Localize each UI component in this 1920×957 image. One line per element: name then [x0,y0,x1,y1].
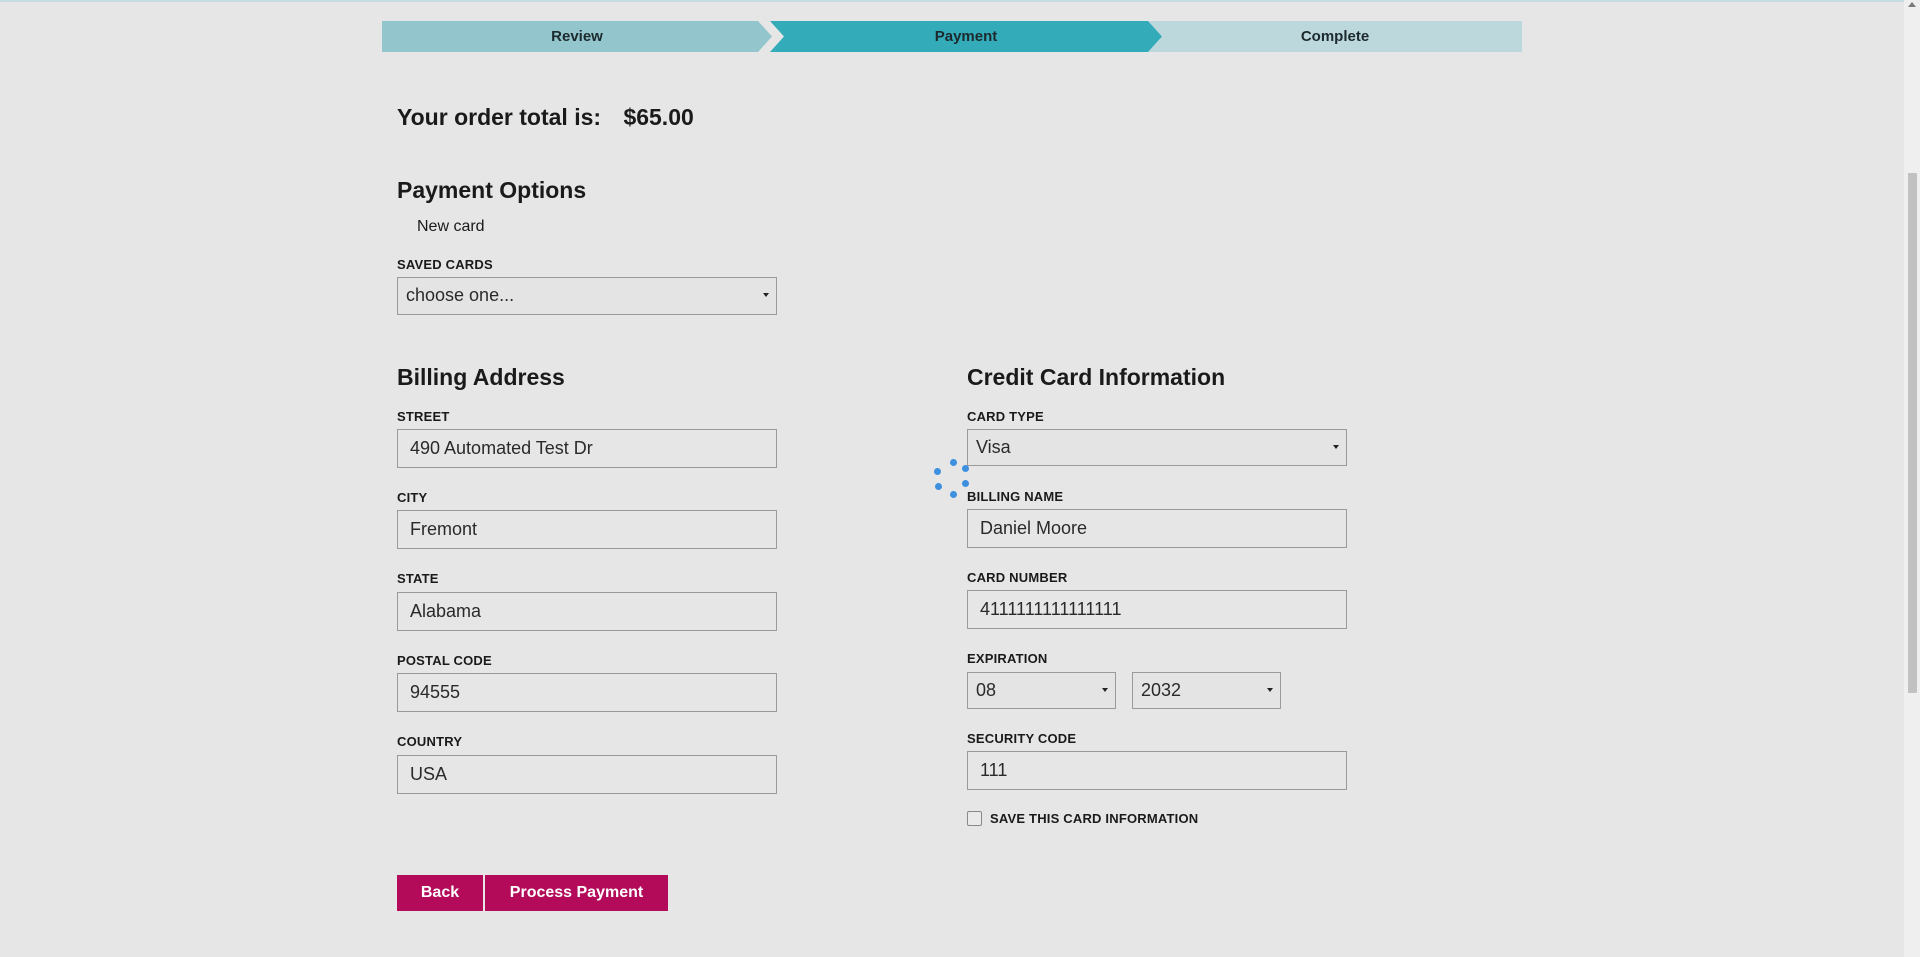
process-payment-button[interactable]: Process Payment [485,875,668,911]
exp-year-value: 2032 [1141,680,1182,700]
state-input[interactable]: Alabama [397,592,777,631]
spinner-dot [935,483,942,490]
scroll-up-icon[interactable] [1908,2,1916,7]
exp-month-value: 08 [976,680,997,700]
expiration-label: EXPIRATION [967,651,1048,666]
city-input[interactable]: Fremont [397,510,777,549]
exp-year-select[interactable]: 2032 [1132,672,1281,709]
street-input[interactable]: 490 Automated Test Dr [397,429,777,468]
postal-code-input[interactable]: 94555 [397,673,777,712]
save-card-label: SAVE THIS CARD INFORMATION [990,811,1199,826]
chevron-down-icon [1267,688,1273,692]
card-number-input[interactable]: 4111111111111111 [967,590,1347,629]
order-total: Your order total is: $65.00 [397,104,694,131]
chevron-down-icon [763,293,769,297]
save-card-checkbox[interactable] [967,811,982,826]
card-type-label: CARD TYPE [967,409,1044,424]
exp-month-select[interactable]: 08 [967,672,1116,709]
credit-card-title: Credit Card Information [967,364,1226,390]
saved-cards-select[interactable]: choose one... [397,277,777,315]
street-label: STREET [397,409,450,424]
country-input[interactable]: USA [397,755,777,794]
payment-options-title: Payment Options [397,177,587,203]
security-code-input[interactable]: 111 [967,751,1347,790]
chevron-down-icon [1102,688,1108,692]
loading-spinner-icon [932,458,972,498]
card-type-value: Visa [976,437,1011,457]
order-total-amount: $65.00 [623,104,694,130]
billing-name-input[interactable]: Daniel Moore [967,509,1347,548]
billing-name-label: BILLING NAME [967,489,1064,504]
new-card-option[interactable]: New card [417,218,485,236]
state-label: STATE [397,571,439,586]
order-total-label: Your order total is: [397,104,602,130]
step-complete: Complete [1148,21,1522,52]
card-number-label: CARD NUMBER [967,570,1068,585]
spinner-dot [950,491,957,498]
scrollbar-thumb[interactable] [1908,173,1917,693]
saved-cards-value: choose one... [406,285,515,305]
spinner-dot [934,468,941,475]
saved-cards-label: SAVED CARDS [397,257,493,272]
spinner-dot [962,465,969,472]
postal-code-label: POSTAL CODE [397,653,492,668]
billing-address-title: Billing Address [397,364,565,390]
checkout-steps: Review Payment Complete [382,21,1522,52]
country-label: COUNTRY [397,734,463,749]
top-border [0,0,1904,2]
security-code-label: SECURITY CODE [967,731,1077,746]
city-label: CITY [397,490,428,505]
chevron-down-icon [1333,445,1339,449]
back-button[interactable]: Back [397,875,483,911]
spinner-dot [950,459,957,466]
step-review[interactable]: Review [382,21,772,52]
scrollbar[interactable] [1904,0,1920,957]
step-payment: Payment [770,21,1162,52]
card-type-select[interactable]: Visa [967,429,1347,466]
spinner-dot [962,480,969,487]
